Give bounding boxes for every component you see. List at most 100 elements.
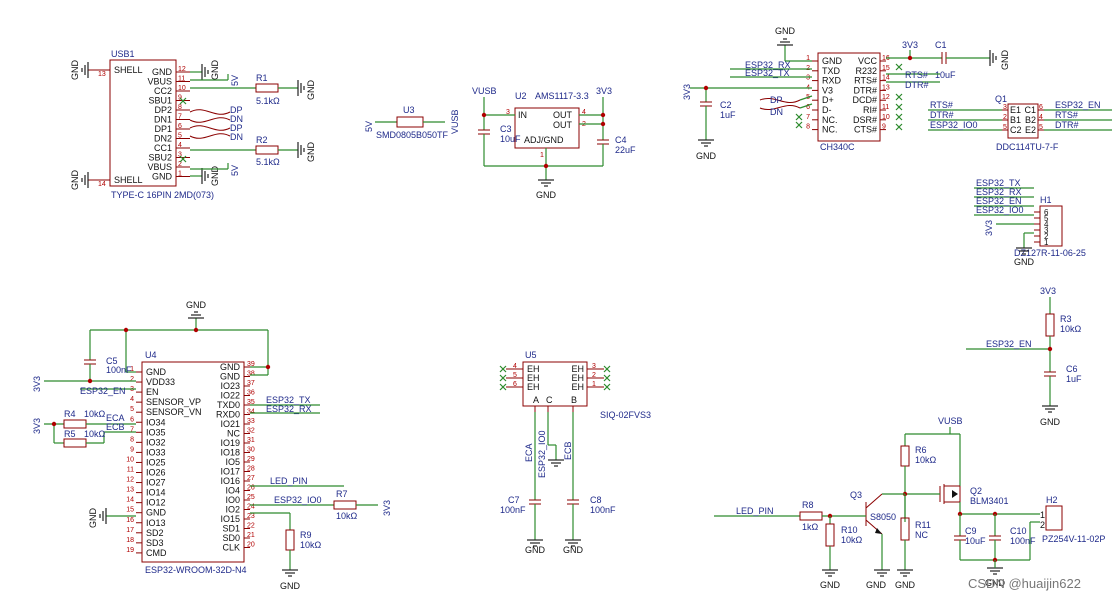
u4-left-pin-number: 4 [130,396,134,403]
u4-right-pin-number: 20 [247,542,255,549]
ch340-right-pin-number: 11 [882,104,889,111]
gnd-label-usb-shell-bottom: GND [70,170,80,191]
ch340-right-pin-number: 9 [882,124,886,131]
u4-right-pin-name: CLK [222,543,240,553]
gnd-label-usb-shell-top: GND [70,60,80,81]
ch340-ref: CH340C [820,142,855,152]
u4-right-pin-name: NC [227,429,240,439]
r6-ref: R6 [915,445,927,455]
r4-value: 10kΩ [84,409,106,419]
c10-ref: C10 [1010,526,1027,536]
q1-ref: Q1 [995,94,1007,104]
u4-left-pin-number: 17 [126,527,134,534]
u4-left-pin-name: IO25 [146,457,166,467]
u4-ref: U4 [145,350,157,360]
r11-value: NC [915,530,928,540]
r7-value: 10kΩ [336,511,358,521]
c8-ref: C8 [590,495,602,505]
u2-net-3v3: 3V3 [596,86,612,96]
u4-left-pin-number: 15 [126,507,134,514]
u4-left-pin-name: SD3 [146,538,164,548]
q1-part: DDC114TU-7-F [996,142,1059,152]
u4-right-pin-number: 25 [247,494,255,501]
u4-right-pin-number: 27 [247,475,255,482]
q1-net-r1: ESP32_EN [1055,100,1101,110]
u4-right-pin-name: IO17 [220,467,240,477]
u5-part: SIQ-02FVS3 [600,410,651,420]
u5-net-ecb: ECB [563,441,573,460]
gnd-label-u4-top: GND [186,300,207,310]
r1-body [255,83,279,93]
u4-right-pin-name: IO19 [220,438,240,448]
h2-body [1045,505,1063,531]
q1-left-pin-number: 3 [1003,104,1007,111]
en-net-label: ESP32_EN [986,339,1032,349]
u3-ref: U3 [403,105,415,115]
u4-right-pin-name: SD0 [222,533,240,543]
ch340-right-pin-number: 15 [882,65,890,72]
c6-ref: C6 [1066,364,1078,374]
u4-right-pin-number: 28 [247,466,255,473]
r4-ref: R4 [64,409,76,419]
u4-right-pin-number: 29 [247,456,255,463]
u4-right-pin-number: 33 [247,418,255,425]
gnd-label-r10: GND [820,580,841,590]
c3-ref: C3 [500,124,512,134]
u4-left-pin-number: 16 [126,517,134,524]
u4-right-pin-name: IO2 [225,505,240,515]
usb1-pin-name: VBUS [147,162,172,172]
r1-ref: R1 [256,73,268,83]
c2-value: 1uF [720,110,736,120]
r7-net-3v3: 3V3 [382,500,392,516]
u4-right-pin-number: 34 [247,409,255,416]
r5-value: 10kΩ [84,429,106,439]
u2-net-vusb: VUSB [472,86,497,96]
u4-left-pin-number: 14 [126,497,134,504]
q1-net-l1: RTS# [930,100,953,110]
r6-body [900,445,910,467]
u4-left-pin-number: 8 [130,436,134,443]
gnd-label-r1: GND [306,80,316,101]
u4-right-pin-name: IO15 [220,514,240,524]
r3-net-3v3: 3V3 [1040,286,1056,296]
ch340-right-pin-name: CTS# [854,125,877,135]
r2-body [255,145,279,155]
u4-net-en: ESP32_EN [80,386,126,396]
r10-value: 10kΩ [841,535,863,545]
u4-right-pin-number: 22 [247,523,255,530]
u4-right-pin-name: TXD0 [217,400,240,410]
u4-part: ESP32-WROOM-32D-N4 [145,565,247,575]
q1-right-pin-number: 6 [1039,104,1043,111]
u4-left-pin-number: 10 [126,456,134,463]
u4-right-pin-name: RXD0 [216,410,240,420]
u5-right-pin-number: 2 [592,372,596,379]
c7-ref: C7 [508,495,520,505]
watermark-text: CSDN @huaijin622 [968,576,1081,591]
u4-left-pin-name: VDD33 [146,377,175,387]
h2-pin2: 2 [1040,520,1045,530]
u4-left-pin-name: IO34 [146,417,166,427]
u5-net-eca: ECA [524,443,534,462]
q1-right-pin-name: B2 [1025,115,1036,125]
h2-part: PZ254V-11-02P [1042,534,1105,544]
gnd-label-r9: GND [280,581,301,591]
r9-value: 10kΩ [300,540,322,550]
usb-net-dn-2: DN [230,132,243,142]
ch340-right-pin-number: 10 [882,114,890,121]
ch340-net-rts: RTS# [905,70,928,80]
u4-left-pin-name: IO33 [146,447,166,457]
gnd-label-r2: GND [306,142,316,163]
u4-right-pin-number: 38 [247,371,255,378]
ch340-right-pin-number: 13 [882,84,890,91]
r11-ref: R11 [915,520,931,530]
ch340-right-pin-name: DCD# [852,95,877,105]
u4-net-ecb: ECB [106,422,125,432]
q1-net-r3: DTR# [1055,120,1079,130]
usb1-pin13-num: 13 [98,71,106,78]
usb1-pin-number: 7 [178,114,182,121]
u5-right-pin-number: 1 [592,381,596,388]
r3-value: 10kΩ [1060,324,1082,334]
u5-left-pin-name: EH [527,382,540,392]
r6-value: 10kΩ [915,455,937,465]
gnd-label-u4-left: GND [88,508,98,529]
